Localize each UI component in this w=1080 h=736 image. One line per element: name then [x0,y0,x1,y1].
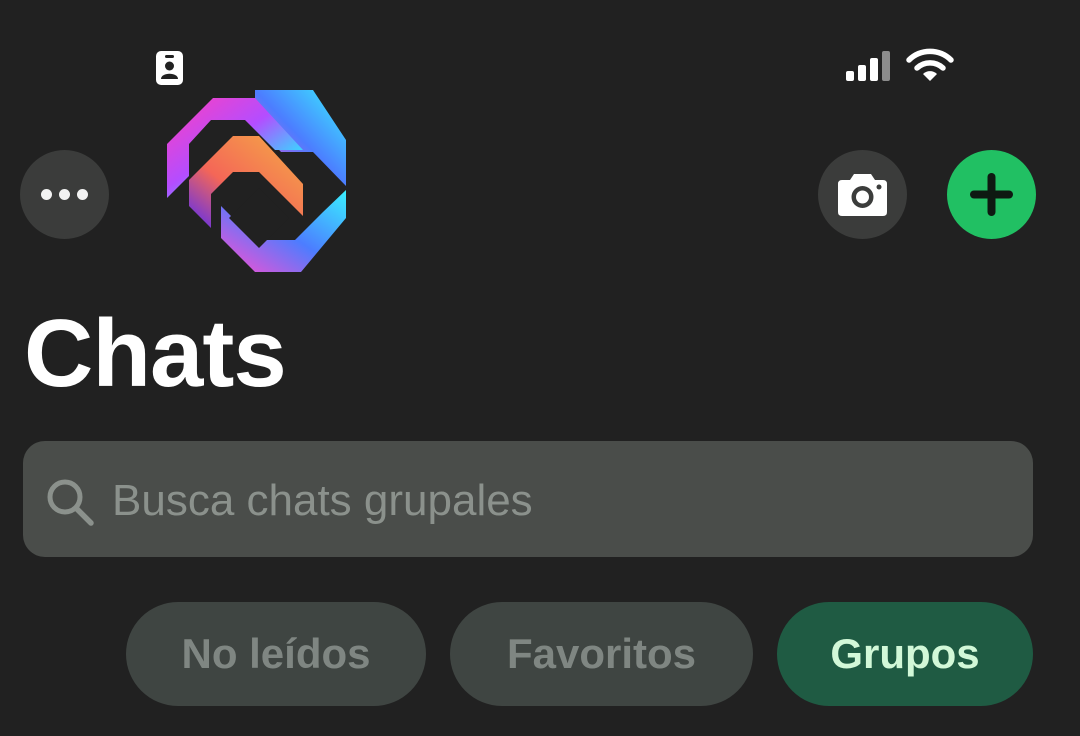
person-badge-icon [156,51,183,85]
filter-chip-favorites[interactable]: Favoritos [450,602,753,706]
filter-chip-label: No leídos [181,630,371,677]
filter-chip-unread[interactable]: No leídos [126,602,426,706]
search-icon [47,479,94,526]
filter-chip-label: Grupos [830,630,980,677]
filter-chip-label: Favoritos [506,630,697,677]
search-input[interactable] [112,470,992,532]
page-title: Chats [24,300,287,407]
more-options-button[interactable] [20,150,109,239]
more-horizontal-icon [41,189,52,200]
gradient-hexagon-logo-icon [167,90,346,272]
chats-screen: Chats No leídos Favoritos Grupos [0,0,1080,736]
new-chat-button[interactable] [947,150,1036,239]
plus-icon [970,173,1013,216]
filter-chip-groups[interactable]: Grupos [777,602,1033,706]
camera-icon [838,174,887,216]
camera-button[interactable] [818,150,907,239]
more-horizontal-icon-dot [77,189,88,200]
wifi-icon [906,48,954,81]
cellular-signal-icon [846,51,890,81]
more-horizontal-icon-dot [59,189,70,200]
